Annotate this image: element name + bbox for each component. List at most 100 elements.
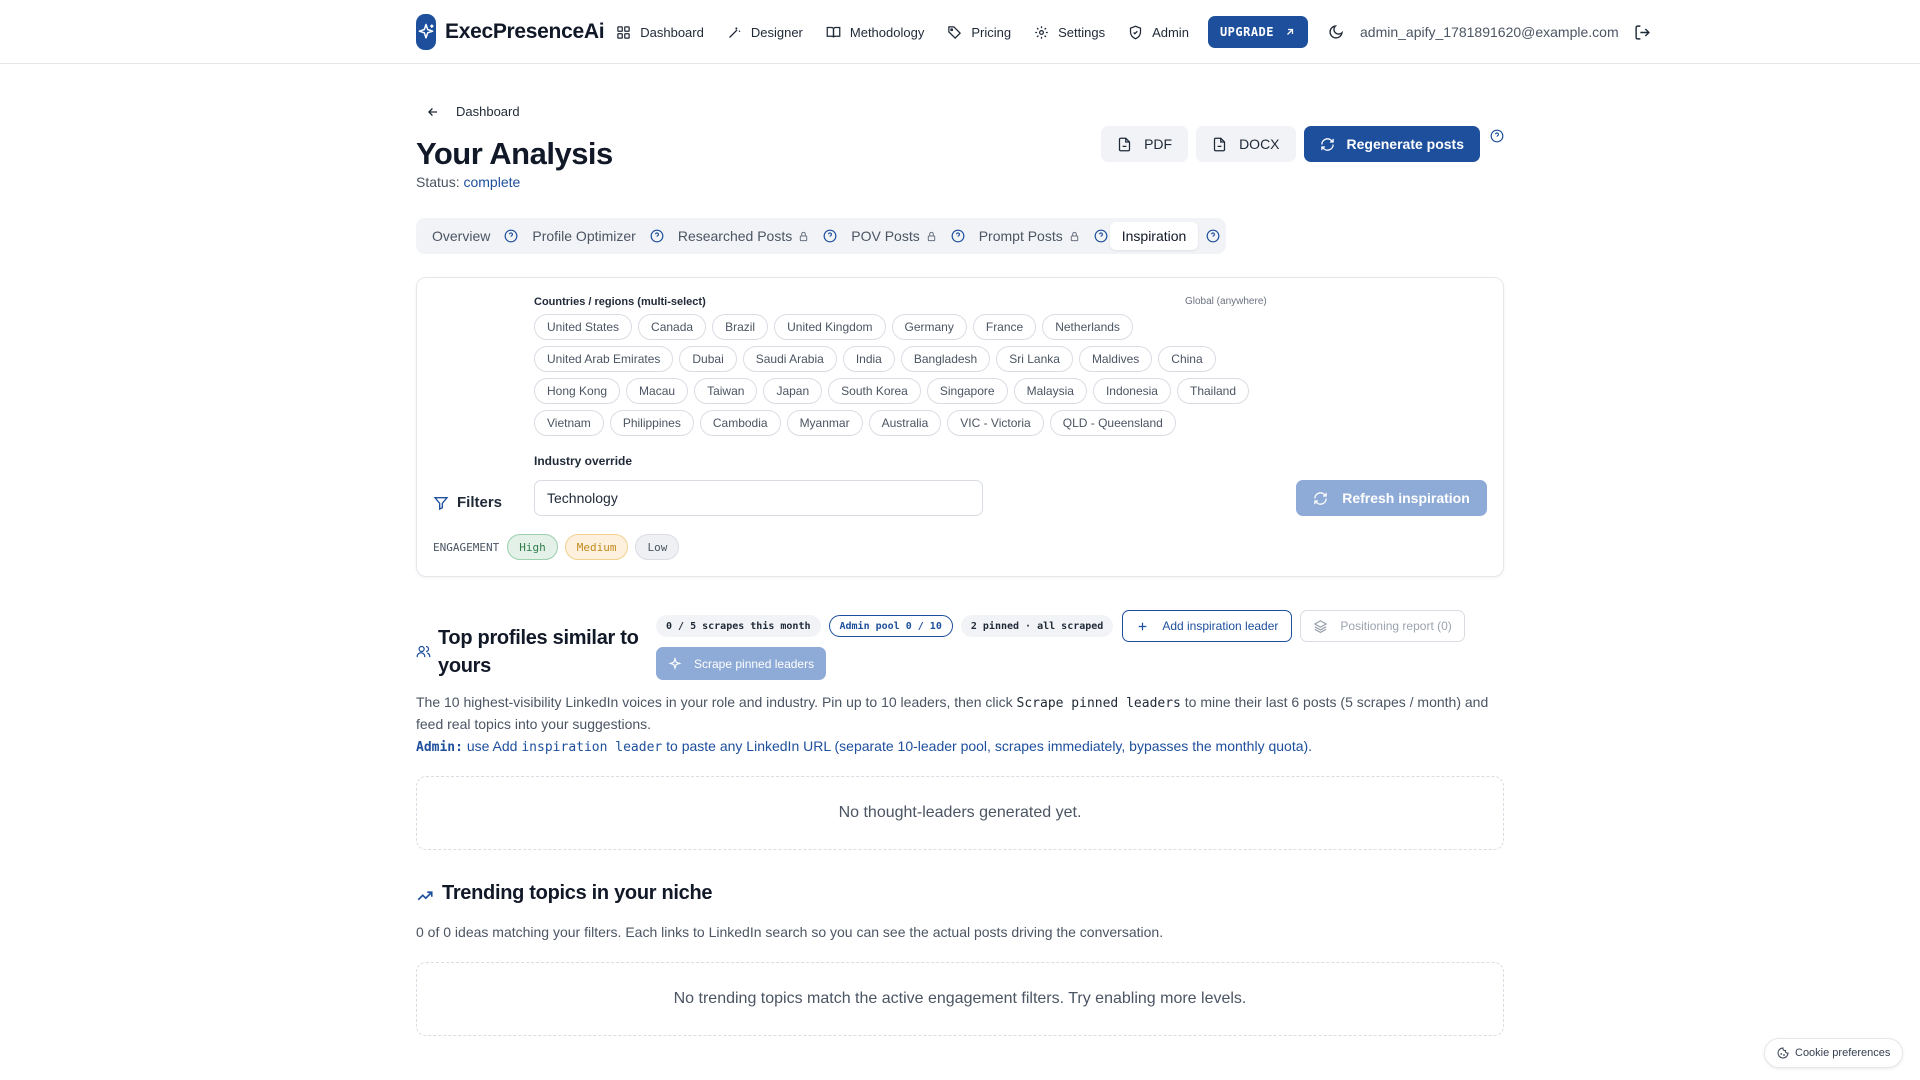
scrape-label: Scrape pinned leaders bbox=[694, 656, 815, 671]
trending-up-icon bbox=[417, 891, 433, 901]
scrape-pinned-leaders-button[interactable]: Scrape pinned leaders bbox=[656, 647, 827, 680]
country-chips: United States Canada Brazil United Kingd… bbox=[534, 314, 1274, 442]
shield-icon bbox=[1129, 25, 1142, 39]
industry-override-input[interactable]: Technology bbox=[534, 480, 983, 516]
nav-admin[interactable]: Admin bbox=[1128, 25, 1189, 40]
country-chip[interactable]: Macau bbox=[626, 378, 689, 404]
country-chip[interactable]: Maldives bbox=[1078, 346, 1153, 372]
help-icon[interactable] bbox=[951, 229, 965, 243]
tab-profile-optimizer[interactable]: Profile Optimizer bbox=[520, 222, 647, 250]
logout-button[interactable] bbox=[1634, 24, 1651, 41]
help-icon[interactable] bbox=[1206, 229, 1220, 243]
pdf-button[interactable]: PDF bbox=[1101, 126, 1189, 162]
nav-methodology[interactable]: Methodology bbox=[826, 25, 924, 40]
country-chip[interactable]: Sri Lanka bbox=[996, 346, 1073, 372]
country-chip[interactable]: Germany bbox=[891, 314, 967, 340]
book-icon bbox=[826, 26, 841, 38]
country-chip[interactable]: Philippines bbox=[609, 410, 694, 436]
filters-title: Filters bbox=[457, 494, 503, 511]
nav-label: Designer bbox=[750, 24, 803, 40]
tab-prompt-posts[interactable]: Prompt Posts bbox=[967, 222, 1092, 250]
country-chip[interactable]: Malaysia bbox=[1013, 378, 1087, 404]
positioning-label: Positioning report (0) bbox=[1340, 619, 1452, 633]
help-icon[interactable] bbox=[1094, 229, 1108, 243]
country-chip[interactable]: Indonesia bbox=[1092, 378, 1171, 404]
country-chip[interactable]: United States bbox=[534, 314, 633, 340]
tab-overview[interactable]: Overview bbox=[420, 222, 502, 250]
country-chip[interactable]: Saudi Arabia bbox=[742, 346, 837, 372]
regenerate-posts-button[interactable]: Regenerate posts bbox=[1303, 126, 1480, 162]
nav-settings[interactable]: Settings bbox=[1034, 25, 1105, 40]
nav-designer[interactable]: Designer bbox=[727, 25, 803, 40]
country-chip[interactable]: Netherlands bbox=[1042, 314, 1133, 340]
cookie-icon bbox=[1777, 1047, 1789, 1059]
docx-button[interactable]: DOCX bbox=[1196, 126, 1296, 162]
arrow-left-icon bbox=[428, 107, 438, 116]
admin-label: Admin: bbox=[416, 740, 463, 755]
country-chip[interactable]: Myanmar bbox=[786, 410, 863, 436]
nav-label: Pricing bbox=[971, 24, 1012, 40]
page-title: Your Analysis bbox=[416, 136, 613, 171]
cookie-preferences-button[interactable]: Cookie preferences bbox=[1764, 1038, 1904, 1068]
nav-dashboard[interactable]: Dashboard bbox=[616, 25, 704, 40]
sparkles-logo-icon[interactable] bbox=[416, 14, 436, 50]
nav-label: Dashboard bbox=[640, 24, 704, 40]
country-chip[interactable]: Vietnam bbox=[534, 410, 604, 436]
global-anywhere-link[interactable]: Global (anywhere) bbox=[1185, 296, 1267, 307]
country-chip[interactable]: India bbox=[842, 346, 895, 372]
country-chip[interactable]: China bbox=[1158, 346, 1216, 372]
country-chip[interactable]: Japan bbox=[763, 378, 823, 404]
country-chip[interactable]: Hong Kong bbox=[534, 378, 621, 404]
engagement-low-toggle[interactable]: Low bbox=[635, 534, 680, 560]
upgrade-label: UPGRADE bbox=[1219, 25, 1275, 39]
help-icon[interactable] bbox=[650, 229, 664, 243]
tab-researched-posts[interactable]: Researched Posts bbox=[666, 222, 821, 250]
country-chip[interactable]: Bangladesh bbox=[900, 346, 991, 372]
tab-pov-posts[interactable]: POV Posts bbox=[839, 222, 948, 250]
country-chip[interactable]: VIC - Victoria bbox=[947, 410, 1044, 436]
country-chip[interactable]: United Kingdom bbox=[774, 314, 886, 340]
country-chip[interactable]: Thailand bbox=[1176, 378, 1250, 404]
country-chip[interactable]: Singapore bbox=[926, 378, 1008, 404]
regenerate-help-icon[interactable] bbox=[1490, 129, 1504, 148]
desc-text: The 10 highest-visibility LinkedIn voice… bbox=[416, 694, 1017, 710]
country-chip[interactable]: Canada bbox=[638, 314, 707, 340]
theme-toggle-button[interactable] bbox=[1328, 24, 1344, 40]
back-to-dashboard-link[interactable]: Dashboard bbox=[426, 104, 520, 119]
engagement-high-toggle[interactable]: High bbox=[507, 534, 558, 560]
trending-description: 0 of 0 ideas matching your filters. Each… bbox=[416, 924, 1164, 940]
lock-icon bbox=[927, 231, 935, 241]
engagement-medium-toggle[interactable]: Medium bbox=[564, 534, 629, 560]
status-value: complete bbox=[463, 174, 521, 190]
country-chip[interactable]: Dubai bbox=[679, 346, 737, 372]
arrow-up-right-icon bbox=[1287, 28, 1294, 35]
country-chip[interactable]: QLD - Queensland bbox=[1049, 410, 1176, 436]
tab-inspiration[interactable]: Inspiration bbox=[1109, 222, 1199, 250]
refresh-inspiration-button[interactable]: Refresh inspiration bbox=[1296, 480, 1487, 516]
nav-pricing[interactable]: Pricing bbox=[947, 25, 1011, 40]
country-chip[interactable]: France bbox=[972, 314, 1037, 340]
filter-icon bbox=[433, 496, 449, 510]
nav-label: Admin bbox=[1152, 24, 1189, 40]
profiles-description: The 10 highest-visibility LinkedIn voice… bbox=[416, 692, 1504, 734]
country-chip[interactable]: Cambodia bbox=[699, 410, 781, 436]
upgrade-button[interactable]: UPGRADE bbox=[1207, 16, 1309, 48]
filters-heading: Filters bbox=[433, 494, 502, 511]
help-icon[interactable] bbox=[504, 229, 518, 243]
brand-name[interactable]: ExecPresenceAi bbox=[445, 20, 605, 44]
country-chip[interactable]: United Arab Emirates bbox=[534, 346, 674, 372]
top-navbar: ExecPresenceAi Dashboard Designer Method… bbox=[0, 0, 1920, 64]
regenerate-label: Regenerate posts bbox=[1346, 136, 1464, 152]
logout-icon bbox=[1635, 24, 1650, 40]
country-chip[interactable]: Australia bbox=[868, 410, 942, 436]
add-inspiration-leader-button[interactable]: Add inspiration leader bbox=[1122, 610, 1293, 642]
positioning-report-button[interactable]: Positioning report (0) bbox=[1300, 610, 1465, 642]
help-icon[interactable] bbox=[823, 229, 837, 243]
country-chip[interactable]: Brazil bbox=[712, 314, 769, 340]
country-chip[interactable]: South Korea bbox=[828, 378, 921, 404]
users-icon bbox=[416, 645, 431, 658]
country-chip[interactable]: Taiwan bbox=[694, 378, 758, 404]
chip-row: Hong Kong Macau Taiwan Japan South Korea… bbox=[534, 378, 1274, 404]
main-nav: Dashboard Designer Methodology Pricing S… bbox=[616, 16, 1309, 48]
admin-note: Admin: use Add inspiration leader to pas… bbox=[416, 738, 1312, 755]
